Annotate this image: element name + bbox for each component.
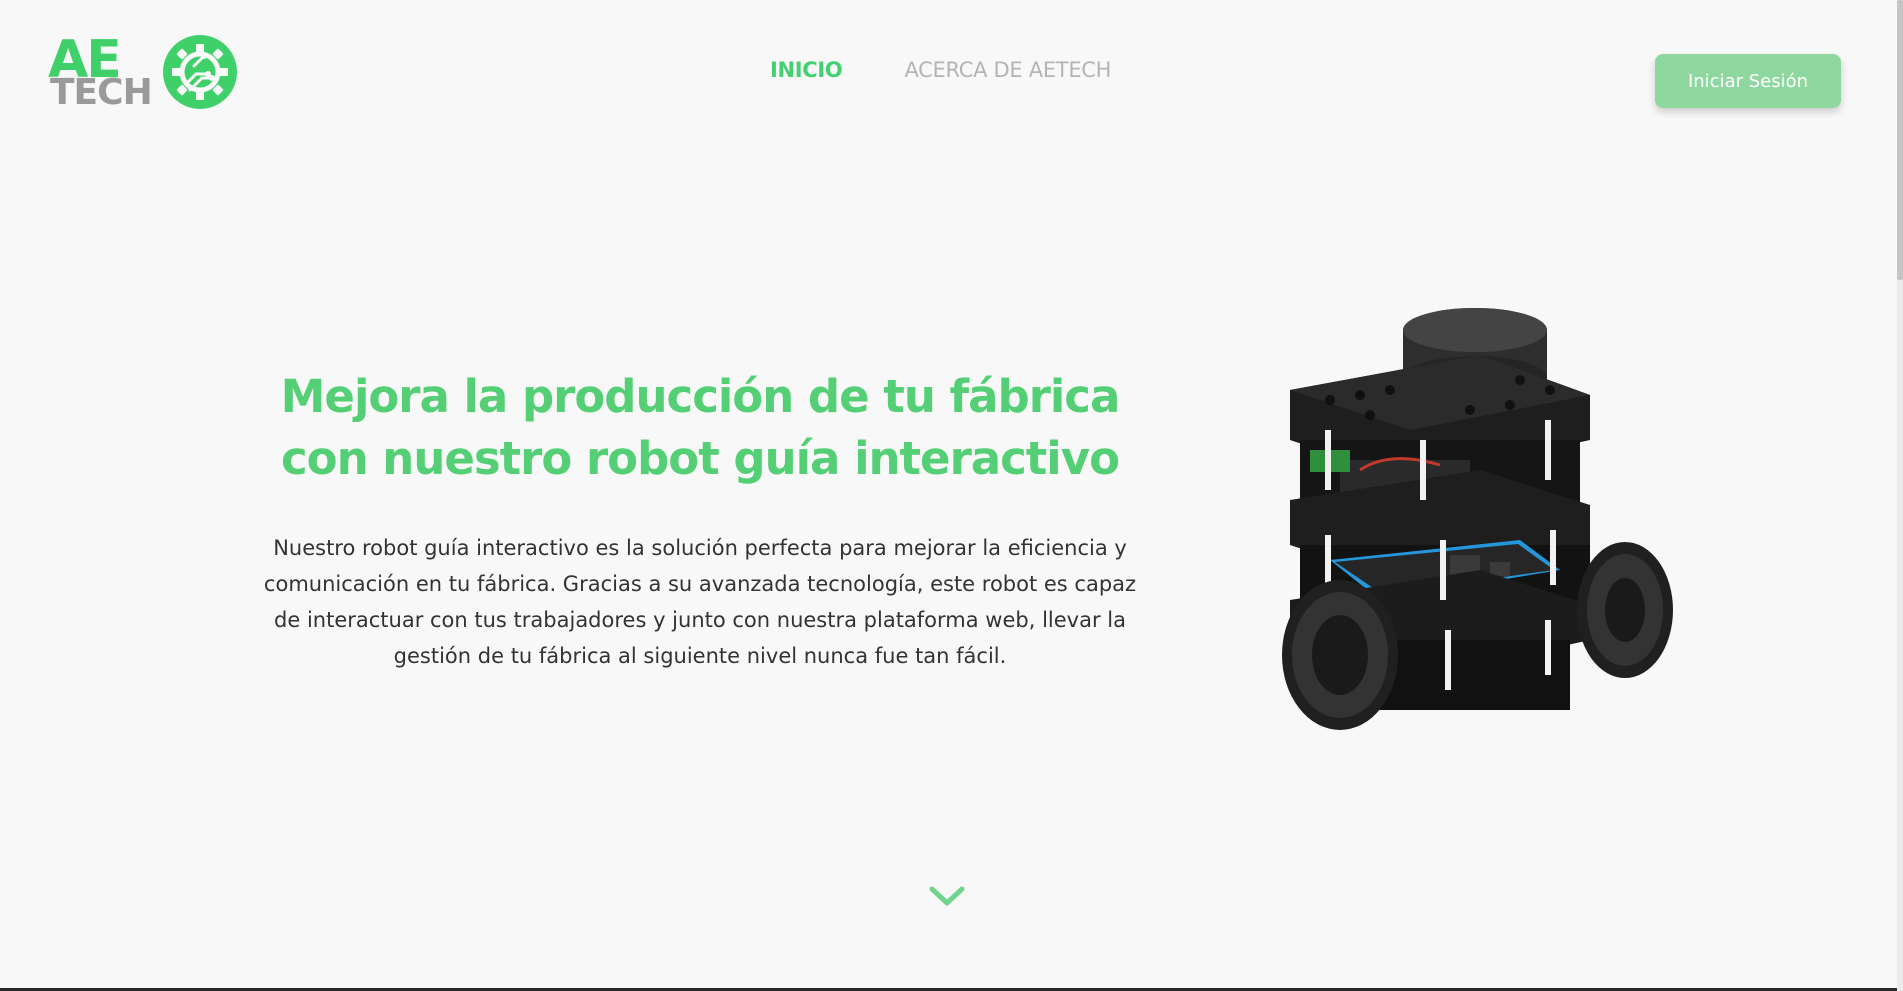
aetech-logo[interactable]: AE TECH: [48, 30, 248, 113]
login-button[interactable]: Iniciar Sesión: [1655, 54, 1841, 108]
scrollbar-thumb[interactable]: [1897, 0, 1903, 280]
hero-description: Nuestro robot guía interactivo es la sol…: [263, 536, 1137, 668]
main-nav: INICIO ACERCA DE AETECH: [770, 58, 1111, 82]
nav-link-inicio[interactable]: INICIO: [770, 58, 843, 82]
chevron-down-icon[interactable]: [928, 883, 966, 909]
scrollbar[interactable]: [1897, 0, 1903, 991]
hero-title: Mejora la producción de tu fábrica con n…: [280, 370, 1121, 485]
nav-link-acerca-de-aetech[interactable]: ACERCA DE AETECH: [904, 58, 1111, 82]
logo-tech-text: TECH: [50, 72, 153, 113]
robot-image: [1282, 308, 1673, 730]
gear-circuit-icon: [163, 35, 237, 109]
page: AE TECH INICIO ACERCA DE AETECH Iniciar …: [0, 0, 1897, 991]
